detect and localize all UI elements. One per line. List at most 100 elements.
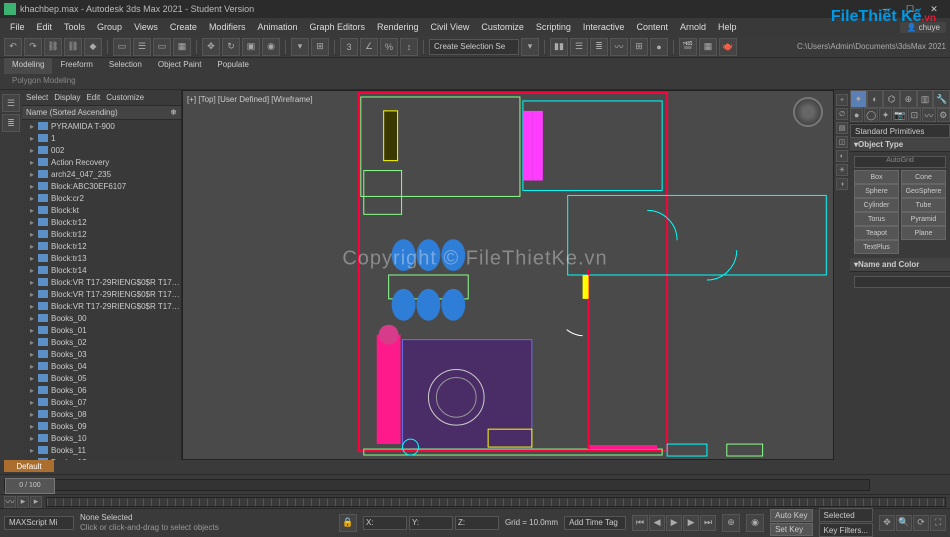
prim-tube[interactable]: Tube <box>901 198 946 212</box>
nav-pan-button[interactable]: ✥ <box>879 515 895 531</box>
prev-frame-button[interactable]: ◀ <box>649 515 665 531</box>
selection-set-tag[interactable]: Default <box>4 460 54 472</box>
track-key-button[interactable]: ▸ <box>30 496 42 508</box>
scene-item[interactable]: ▸Block:tr14 <box>22 264 181 276</box>
expand-icon[interactable]: ▸ <box>30 386 38 395</box>
set-key-button[interactable]: Set Key <box>770 523 812 536</box>
expand-icon[interactable]: ▸ <box>30 338 38 347</box>
scene-tb-select[interactable]: Select <box>26 93 48 102</box>
scale-button[interactable]: ▣ <box>242 38 260 56</box>
ribbon-tab-populate[interactable]: Populate <box>209 58 257 74</box>
redo-button[interactable]: ↷ <box>24 38 42 56</box>
spinner-snap-button[interactable]: ↕ <box>400 38 418 56</box>
expand-icon[interactable]: ▸ <box>30 302 38 311</box>
expand-icon[interactable]: ▸ <box>30 362 38 371</box>
mini-curve-button[interactable]: 〰 <box>4 496 16 508</box>
select-button[interactable]: ▭ <box>113 38 131 56</box>
spacewarps-category[interactable]: 〰 <box>922 108 935 122</box>
nav-orbit-button[interactable]: ⟳ <box>913 515 929 531</box>
isolate-button[interactable]: ◉ <box>746 514 764 532</box>
scene-item[interactable]: ▸Books_00 <box>22 312 181 324</box>
expand-icon[interactable]: ▸ <box>30 290 38 299</box>
ao-button[interactable]: ◑ <box>836 178 848 190</box>
nav-zoom-button[interactable]: 🔍 <box>896 515 912 531</box>
expand-icon[interactable]: ▸ <box>30 218 38 227</box>
link-button[interactable]: ⛓ <box>44 38 62 56</box>
scene-item[interactable]: ▸Block:cr2 <box>22 192 181 204</box>
ribbon-tab-freeform[interactable]: Freeform <box>52 58 100 74</box>
menu-views[interactable]: Views <box>128 20 164 34</box>
render-button[interactable]: 🫖 <box>719 38 737 56</box>
scene-item[interactable]: ▸Books_03 <box>22 348 181 360</box>
freeze-column-icon[interactable]: ❄ <box>170 108 177 117</box>
minimize-button[interactable]: ─ <box>874 0 898 18</box>
scene-item[interactable]: ▸Block:tr12 <box>22 216 181 228</box>
hierarchy-tab[interactable]: ⌬ <box>883 90 900 108</box>
expand-icon[interactable]: ▸ <box>30 122 38 131</box>
expand-icon[interactable]: ▸ <box>30 446 38 455</box>
percent-snap-button[interactable]: % <box>380 38 398 56</box>
scene-item[interactable]: ▸Books_07 <box>22 396 181 408</box>
align-button[interactable]: ☰ <box>570 38 588 56</box>
ref-coord-button[interactable]: ▾ <box>291 38 309 56</box>
expand-icon[interactable]: ▸ <box>30 230 38 239</box>
render-frame-button[interactable]: ▦ <box>699 38 717 56</box>
undo-button[interactable]: ↶ <box>4 38 22 56</box>
expand-icon[interactable]: ▸ <box>30 182 38 191</box>
scene-item[interactable]: ▸Books_11 <box>22 444 181 456</box>
pivot-button[interactable]: ⊞ <box>311 38 329 56</box>
bind-button[interactable]: ◆ <box>84 38 102 56</box>
scene-item[interactable]: ▸Block:kt <box>22 204 181 216</box>
prim-textplus[interactable]: TextPlus <box>854 240 899 254</box>
track-ruler[interactable] <box>46 497 946 507</box>
menu-help[interactable]: Help <box>712 20 743 34</box>
expand-icon[interactable]: ▸ <box>30 422 38 431</box>
ribbon-tab-selection[interactable]: Selection <box>101 58 150 74</box>
expand-icon[interactable]: ▸ <box>30 254 38 263</box>
scene-item[interactable]: ▸Books_05 <box>22 372 181 384</box>
menu-rendering[interactable]: Rendering <box>371 20 425 34</box>
ribbon-sub-label[interactable]: Polygon Modeling <box>4 74 84 89</box>
menu-scripting[interactable]: Scripting <box>530 20 577 34</box>
scene-tb-edit[interactable]: Edit <box>86 93 100 102</box>
scene-item[interactable]: ▸Books_09 <box>22 420 181 432</box>
expand-icon[interactable]: ▸ <box>30 206 38 215</box>
time-config-button[interactable]: ⊕ <box>722 514 740 532</box>
lights-category[interactable]: ✦ <box>879 108 892 122</box>
scene-item[interactable]: ▸Block:VR T17-29RIENG$0$R T17-29RIEN <box>22 300 181 312</box>
menu-civil-view[interactable]: Civil View <box>425 20 476 34</box>
utilities-tab[interactable]: 🔧 <box>933 90 950 108</box>
user-badge[interactable]: 👤 chuye <box>900 22 946 33</box>
expand-icon[interactable]: ▸ <box>30 170 38 179</box>
render-setup-button[interactable]: 🎬 <box>679 38 697 56</box>
prim-cylinder[interactable]: Cylinder <box>854 198 899 212</box>
expand-icon[interactable]: ▸ <box>30 314 38 323</box>
select-name-button[interactable]: ☰ <box>133 38 151 56</box>
scene-item[interactable]: ▸Block:tr13 <box>22 252 181 264</box>
maximize-button[interactable]: ☐ <box>898 0 922 18</box>
schematic-button[interactable]: ⊞ <box>630 38 648 56</box>
object-name-field[interactable] <box>854 276 950 288</box>
layer-explorer-toggle[interactable]: ≣ <box>2 114 20 132</box>
curve-editor-button[interactable]: 〰 <box>610 38 628 56</box>
lock-selection-button[interactable]: 🔒 <box>339 514 357 532</box>
prim-plane[interactable]: Plane <box>901 226 946 240</box>
menu-graph-editors[interactable]: Graph Editors <box>303 20 371 34</box>
scene-item[interactable]: ▸Books_08 <box>22 408 181 420</box>
scene-item[interactable]: ▸Block:VR T17-29RIENG$0$R T17-29RIEN <box>22 288 181 300</box>
expand-icon[interactable]: ▸ <box>30 410 38 419</box>
nav-max-button[interactable]: ⛶ <box>930 515 946 531</box>
shapes-category[interactable]: ◯ <box>864 108 877 122</box>
scene-item[interactable]: ▸Action Recovery <box>22 156 181 168</box>
scene-header[interactable]: Name (Sorted Ascending) ❄ <box>22 106 181 120</box>
prim-box[interactable]: Box <box>854 170 899 184</box>
autogrid-check[interactable]: AutoGrid <box>854 156 946 168</box>
window-crossing-button[interactable]: ▦ <box>173 38 191 56</box>
menu-animation[interactable]: Animation <box>251 20 303 34</box>
scene-item[interactable]: ▸Books_01 <box>22 324 181 336</box>
expand-icon[interactable]: ▸ <box>30 278 38 287</box>
viewport[interactable]: [+] [Top] [User Defined] [Wireframe] <box>182 90 834 460</box>
angle-snap-button[interactable]: ∠ <box>360 38 378 56</box>
track-filter-button[interactable]: ▸ <box>17 496 29 508</box>
menu-tools[interactable]: Tools <box>58 20 91 34</box>
